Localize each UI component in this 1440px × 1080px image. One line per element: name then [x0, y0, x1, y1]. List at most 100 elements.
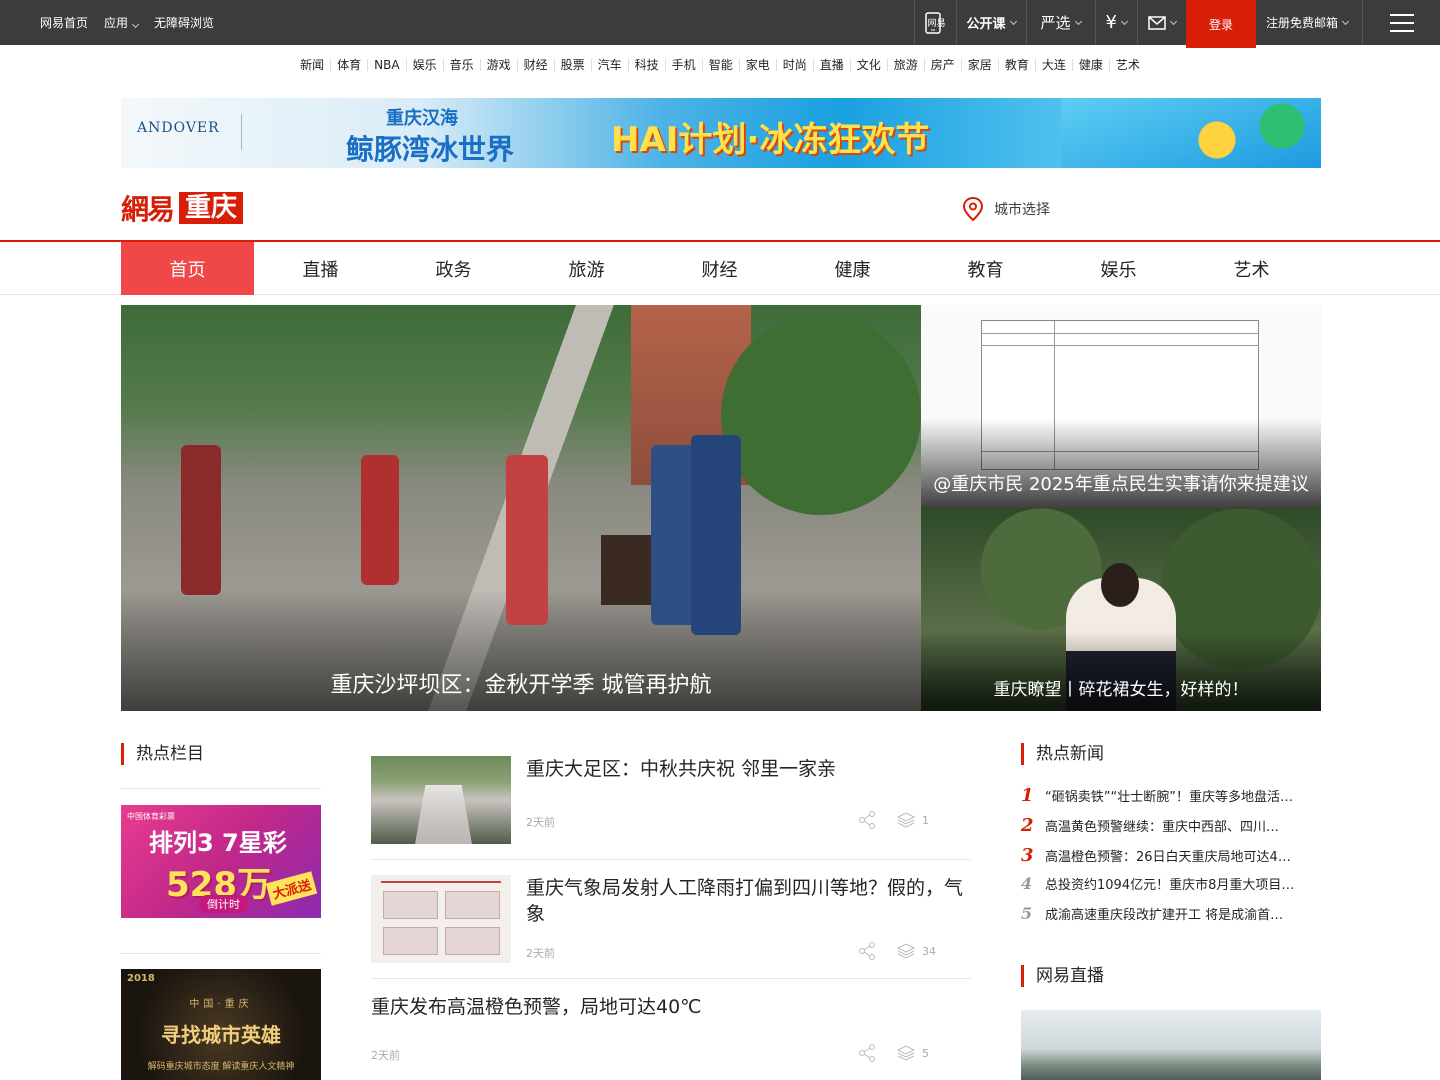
- mail-menu[interactable]: [1136, 0, 1186, 45]
- hot-news-item[interactable]: 1 “砸锅卖铁”“壮士断腕”！重庆等多地盘活…: [1021, 785, 1321, 806]
- channel-link[interactable]: 房产: [925, 59, 962, 71]
- site-logo[interactable]: 網易 重庆: [121, 192, 244, 226]
- apps-menu[interactable]: 应用: [104, 14, 140, 31]
- news-item[interactable]: 重庆大足区：中秋共庆祝 邻里一家亲 2天前 1: [371, 756, 971, 844]
- yanxuan-label: 严选: [1040, 14, 1071, 32]
- hot-news-item[interactable]: 3 高温橙色预警：26日白天重庆局地可达4…: [1021, 844, 1321, 866]
- share-icon[interactable]: [857, 1043, 877, 1063]
- channel-link[interactable]: 健康: [1073, 59, 1110, 71]
- hero-main-slide[interactable]: 重庆沙坪坝区：金秋开学季 城管再护航: [121, 305, 921, 711]
- comment-stack-icon[interactable]: [896, 1043, 916, 1063]
- share-icon[interactable]: [857, 810, 877, 830]
- banner-park-name: 重庆汉海 鲸豚湾冰世界: [346, 108, 515, 167]
- channel-link[interactable]: 体育: [331, 59, 369, 71]
- finance-menu[interactable]: ¥: [1094, 0, 1137, 45]
- hot-rank: 4: [1021, 873, 1033, 893]
- channel-link[interactable]: 娱乐: [407, 59, 444, 71]
- channel-link[interactable]: 音乐: [444, 59, 481, 71]
- open-course-label: 公开课: [966, 17, 1006, 32]
- channel-link[interactable]: 股票: [555, 59, 592, 71]
- register-mail-menu[interactable]: 注册免费邮箱: [1256, 0, 1362, 45]
- hero-side-caption-1[interactable]: @重庆市民 2025年重点民生实事请你来提建议: [921, 470, 1321, 496]
- channel-link[interactable]: 家居: [962, 59, 999, 71]
- nav-item[interactable]: 旅游: [520, 242, 653, 295]
- chevron-down-icon: [1009, 17, 1017, 25]
- hero-side-slide-2[interactable]: 重庆瞭望丨碎花裙女生，好样的！: [921, 508, 1321, 711]
- nav-item[interactable]: 健康: [786, 242, 919, 295]
- yuan-icon: ¥: [1105, 12, 1117, 33]
- nav-item[interactable]: 财经: [653, 242, 786, 295]
- officer-shape: [651, 445, 696, 625]
- register-mail-label: 注册免费邮箱: [1265, 16, 1338, 30]
- apps-label: 应用: [104, 16, 129, 30]
- hot-rank: 3: [1021, 844, 1034, 866]
- news-thumbnail[interactable]: [371, 756, 511, 844]
- person-head-shape: [1101, 563, 1139, 607]
- yanxuan-menu[interactable]: 严选: [1025, 0, 1095, 45]
- nav-item[interactable]: 娱乐: [1052, 242, 1185, 295]
- channel-link[interactable]: 科技: [629, 59, 666, 71]
- city-hero-promo[interactable]: 2018 中国·重庆 寻找城市英雄 解码重庆城市态度 解读重庆人文精神: [121, 969, 321, 1080]
- nav-item[interactable]: 教育: [919, 242, 1052, 295]
- login-button[interactable]: 登录: [1185, 0, 1256, 48]
- hot-news-item[interactable]: 5 成渝高速重庆段改扩建开工 将是成渝首…: [1021, 903, 1321, 923]
- channel-link[interactable]: 艺术: [1110, 59, 1146, 71]
- accessibility-link[interactable]: 无障碍浏览: [154, 14, 214, 31]
- mobile-app-link[interactable]: 网易: [914, 0, 955, 45]
- hot-rank: 5: [1021, 903, 1033, 923]
- channel-link[interactable]: 智能: [703, 59, 740, 71]
- hot-news-text[interactable]: 成渝高速重庆段改扩建开工 将是成渝首…: [1045, 904, 1311, 923]
- hot-news-item[interactable]: 4 总投资约1094亿元！重庆市8月重大项目…: [1021, 873, 1321, 893]
- news-thumbnail[interactable]: [371, 875, 511, 963]
- hot-news-item[interactable]: 2 高温黄色预警继续：重庆中西部、四川…: [1021, 815, 1321, 836]
- hero-main-caption[interactable]: 重庆沙坪坝区：金秋开学季 城管再护航: [121, 667, 921, 699]
- top-right: 网易 公开课 严选 ¥ 登录 注册免费邮箱: [914, 0, 1440, 48]
- channel-link[interactable]: 汽车: [592, 59, 629, 71]
- city-select-label: 城市选择: [994, 202, 1050, 218]
- open-course-menu[interactable]: 公开课: [955, 0, 1026, 45]
- nav-item[interactable]: 首页: [121, 242, 254, 295]
- news-title[interactable]: 重庆发布高温橙色预警，局地可达40℃: [371, 994, 971, 1020]
- share-icon[interactable]: [857, 941, 877, 961]
- news-item[interactable]: 重庆气象局发射人工降雨打偏到四川等地？假的，气象 2天前 34: [371, 875, 971, 963]
- channel-link[interactable]: 大连: [1036, 59, 1073, 71]
- hot-news-text[interactable]: 高温黄色预警继续：重庆中西部、四川…: [1045, 816, 1311, 835]
- netease-home-link[interactable]: 网易首页: [40, 14, 88, 31]
- channel-link[interactable]: 教育: [999, 59, 1036, 71]
- comment-stack-icon[interactable]: [896, 941, 916, 961]
- channel-link[interactable]: 家电: [740, 59, 777, 71]
- channel-link[interactable]: 财经: [518, 59, 555, 71]
- channel-link[interactable]: 直播: [814, 59, 851, 71]
- hot-news-title: 热点新闻: [1021, 743, 1104, 765]
- city-select[interactable]: 城市选择: [962, 197, 1050, 221]
- channel-link[interactable]: 游戏: [481, 59, 518, 71]
- news-item[interactable]: 重庆发布高温橙色预警，局地可达40℃ 2天前 5: [371, 994, 971, 1074]
- comment-stack-icon[interactable]: [896, 810, 916, 830]
- hamburger-menu-icon[interactable]: [1362, 0, 1440, 45]
- officer-shape: [691, 435, 741, 635]
- channel-link[interactable]: 旅游: [888, 59, 925, 71]
- live-thumbnail[interactable]: [1021, 1010, 1321, 1080]
- ad-banner[interactable]: ANDOVER 重庆汉海 鲸豚湾冰世界 HAI计划·冰冻狂欢节: [121, 98, 1321, 168]
- news-divider: [371, 859, 971, 860]
- nav-item[interactable]: 艺术: [1185, 242, 1318, 295]
- hot-news-text[interactable]: 总投资约1094亿元！重庆市8月重大项目…: [1045, 874, 1311, 893]
- news-title[interactable]: 重庆大足区：中秋共庆祝 邻里一家亲: [526, 756, 971, 782]
- location-pin-icon: [962, 197, 984, 221]
- channel-link[interactable]: 手机: [666, 59, 703, 71]
- channel-link[interactable]: 时尚: [777, 59, 814, 71]
- nav-item[interactable]: 政务: [387, 242, 520, 295]
- news-title[interactable]: 重庆气象局发射人工降雨打偏到四川等地？假的，气象: [526, 875, 971, 927]
- nav-item[interactable]: 直播: [254, 242, 387, 295]
- lottery-promo[interactable]: 中国体育彩票 排列3 7星彩 528万 倒计时 大派送: [121, 805, 321, 918]
- channel-link[interactable]: NBA: [368, 59, 407, 71]
- channel-link[interactable]: 文化: [851, 59, 888, 71]
- hot-news-text[interactable]: 高温橙色预警：26日白天重庆局地可达4…: [1045, 846, 1311, 865]
- channel-link[interactable]: 新闻: [294, 59, 332, 71]
- hot-news-text[interactable]: “砸锅卖铁”“壮士断腕”！重庆等多地盘活…: [1045, 786, 1311, 805]
- comment-count: 1: [922, 814, 929, 827]
- live-title: 网易直播: [1021, 965, 1104, 987]
- hero-side-slide-1[interactable]: @重庆市民 2025年重点民生实事请你来提建议: [921, 305, 1321, 508]
- chevron-down-icon: [131, 20, 140, 29]
- hero-side-caption-2[interactable]: 重庆瞭望丨碎花裙女生，好样的！: [921, 675, 1321, 700]
